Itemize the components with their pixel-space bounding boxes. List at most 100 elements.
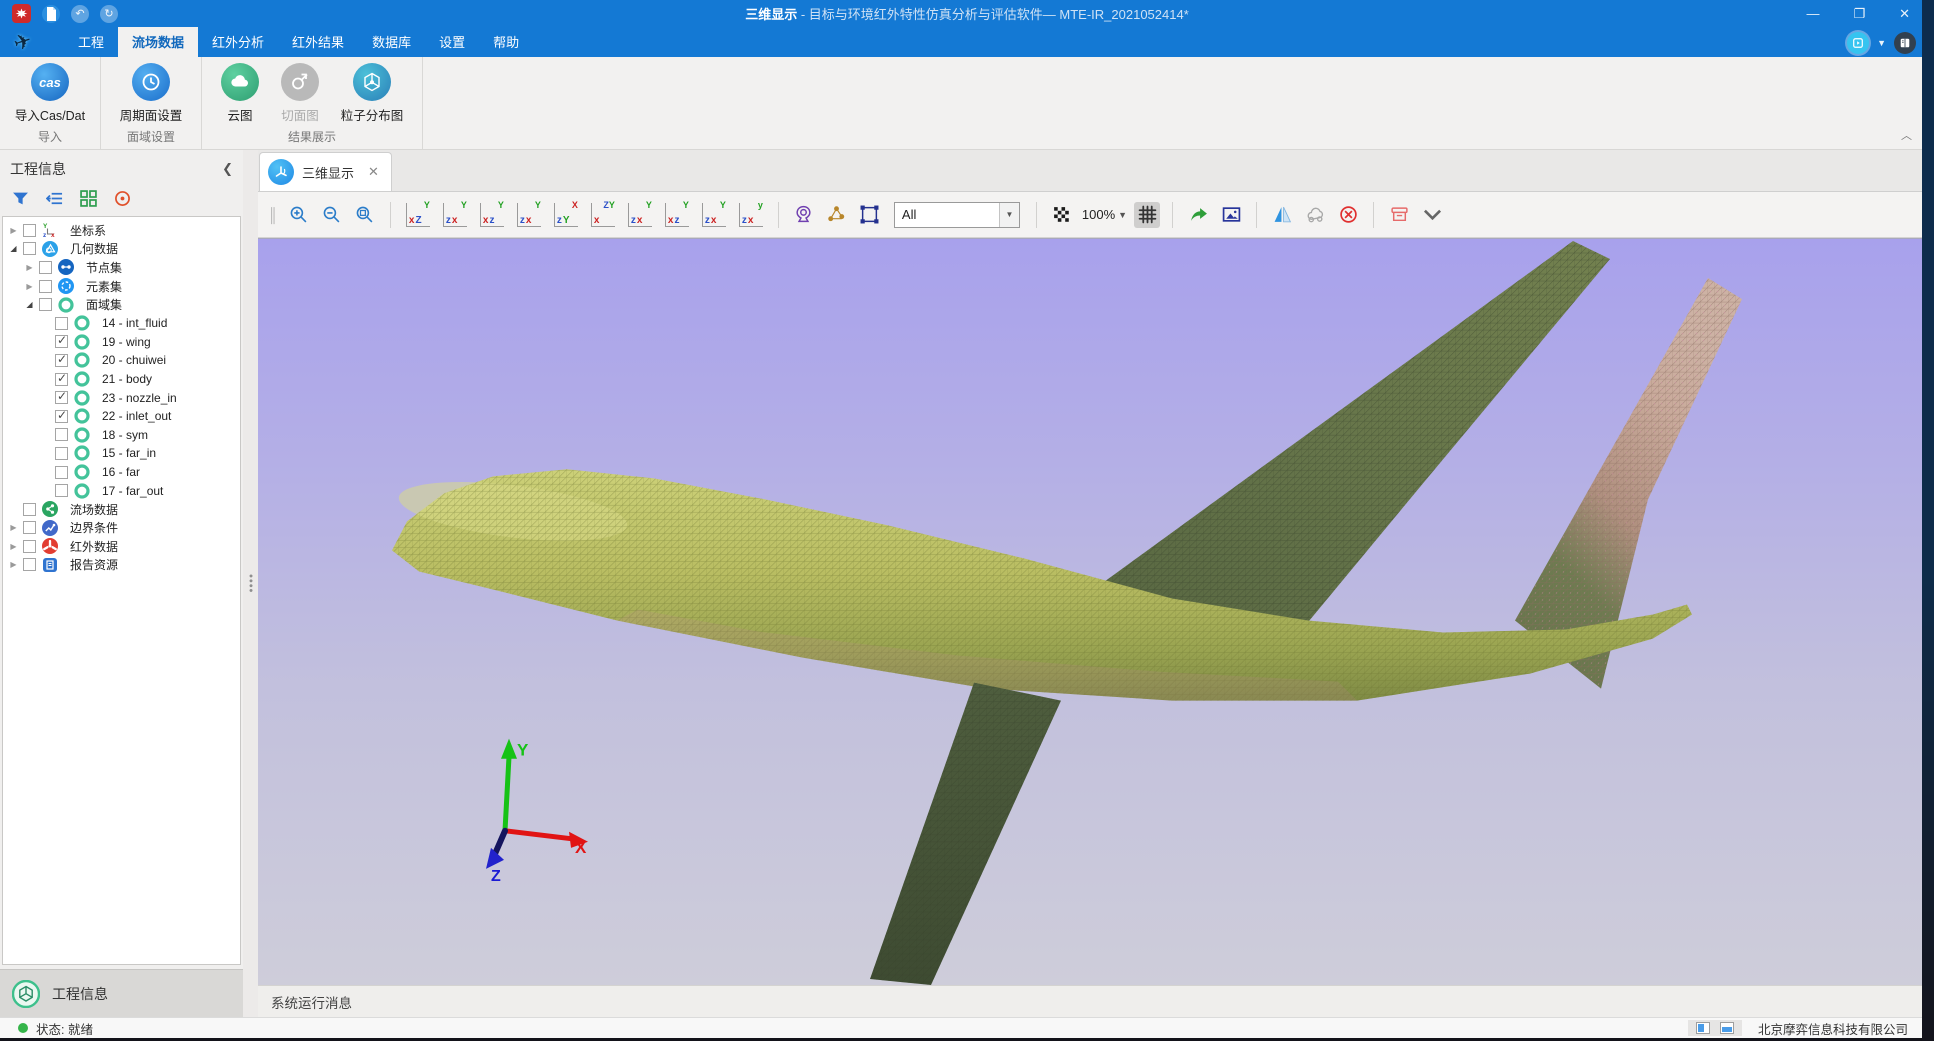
import-cas-dat-button[interactable]: cas导入Cas/Dat	[8, 61, 92, 126]
tree-checkbox[interactable]	[23, 224, 36, 237]
menu-item-5[interactable]: 数据库	[358, 27, 425, 57]
tree-expander[interactable]: ▶	[23, 263, 36, 272]
menu-item-7[interactable]: 帮助	[479, 27, 533, 57]
tree-checkbox[interactable]	[55, 373, 68, 386]
tree-checkbox[interactable]	[55, 354, 68, 367]
layout-left-panel-toggle[interactable]	[1696, 1022, 1710, 1034]
tree-checkbox[interactable]	[23, 540, 36, 553]
tree-row[interactable]: 22 - inlet_out	[3, 407, 240, 426]
tree-item-label[interactable]: 流场数据	[70, 501, 118, 518]
contour-plot-button[interactable]: 云图	[210, 61, 270, 126]
mirror-button[interactable]	[1269, 202, 1295, 228]
locate-button[interactable]	[112, 188, 132, 208]
cancel-button[interactable]	[1335, 202, 1361, 228]
tree-checkbox[interactable]	[55, 317, 68, 330]
tab-close-button[interactable]: ✕	[368, 164, 379, 180]
tree-row[interactable]: 23 - nozzle_in	[3, 388, 240, 407]
view-orientation-8[interactable]: Yxz	[665, 203, 689, 227]
tree-row[interactable]: ▶ 红外数据	[3, 537, 240, 556]
particle-distribution-button[interactable]: 粒子分布图	[330, 61, 414, 126]
tree-item-label[interactable]: 14 - int_fluid	[102, 316, 167, 330]
menu-item-3[interactable]: 红外分析	[198, 27, 278, 57]
tree-item-label[interactable]: 坐标系	[70, 222, 106, 239]
tree-item-label[interactable]: 20 - chuiwei	[102, 353, 166, 367]
mesh-toggle-button[interactable]	[1134, 202, 1160, 228]
ribbon-collapse-button[interactable]: ︿	[1901, 127, 1912, 143]
theme-style-button[interactable]	[1847, 32, 1869, 54]
tree-row[interactable]: 15 - far_in	[3, 444, 240, 463]
grid-view-button[interactable]	[78, 188, 98, 208]
zoom-out-button[interactable]	[319, 202, 345, 228]
tree-checkbox[interactable]	[39, 280, 52, 293]
view-orientation-3[interactable]: Yxz	[480, 203, 504, 227]
probe-pin-button[interactable]	[791, 202, 817, 228]
tree-row[interactable]: 18 - sym	[3, 426, 240, 445]
tree-item-label[interactable]: 18 - sym	[102, 428, 148, 442]
panel-collapse-button[interactable]: ❮	[222, 161, 233, 177]
tree-row[interactable]: ▶报告资源	[3, 556, 240, 575]
tree-row[interactable]: 流场数据	[3, 500, 240, 519]
menu-item-1[interactable]: 工程	[64, 27, 118, 57]
zoom-percent-dropdown[interactable]: 100%▼	[1082, 207, 1127, 222]
view-orientation-6[interactable]: ZYx	[591, 203, 615, 227]
tree-row[interactable]: 21 - body	[3, 370, 240, 389]
periodic-face-settings-button[interactable]: 周期面设置	[109, 61, 193, 126]
tree-item-label[interactable]: 红外数据	[70, 538, 118, 555]
cloud-share-button[interactable]	[1302, 202, 1328, 228]
export-result-button[interactable]	[1185, 202, 1211, 228]
view-orientation-4[interactable]: Yzx	[517, 203, 541, 227]
tree-checkbox[interactable]	[55, 484, 68, 497]
tree-item-label[interactable]: 21 - body	[102, 372, 152, 386]
tree-row[interactable]: ◢面域集	[3, 295, 240, 314]
view-orientation-1[interactable]: YxZ	[406, 203, 430, 227]
view-orientation-9[interactable]: Yzx	[702, 203, 726, 227]
tree-checkbox[interactable]	[39, 261, 52, 274]
dropdown-arrow-icon[interactable]: ▼	[999, 203, 1019, 227]
tree-item-label[interactable]: 19 - wing	[102, 335, 151, 349]
theme-dropdown-caret[interactable]: ▼	[1877, 38, 1886, 48]
list-view-button[interactable]	[44, 188, 64, 208]
close-button[interactable]: ✕	[1899, 7, 1910, 20]
tree-checkbox[interactable]	[23, 521, 36, 534]
tree-row[interactable]: 17 - far_out	[3, 481, 240, 500]
menu-item-4[interactable]: 红外结果	[278, 27, 358, 57]
package-button[interactable]	[1386, 202, 1412, 228]
tree-checkbox[interactable]	[39, 298, 52, 311]
tab-3d-view[interactable]: 三维显示 ✕	[259, 152, 392, 191]
tree-checkbox[interactable]	[55, 466, 68, 479]
new-document-button[interactable]	[42, 5, 60, 23]
tree-item-label[interactable]: 面域集	[86, 296, 122, 313]
menu-item-6[interactable]: 设置	[425, 27, 479, 57]
tree-row[interactable]: 19 - wing	[3, 333, 240, 352]
zoom-fit-button[interactable]	[352, 202, 378, 228]
tree-expander[interactable]: ▶	[7, 226, 20, 235]
rect-select-button[interactable]	[857, 202, 883, 228]
view-orientation-7[interactable]: Yzx	[628, 203, 652, 227]
tree-expander[interactable]: ▶	[7, 542, 20, 551]
tree-item-label[interactable]: 几何数据	[70, 240, 118, 257]
tree-row[interactable]: ▶边界条件	[3, 519, 240, 538]
tree-row[interactable]: ▶ 节点集	[3, 258, 240, 277]
filter-button[interactable]	[10, 188, 30, 208]
view-orientation-5[interactable]: XzY	[554, 203, 578, 227]
minimize-button[interactable]: —	[1806, 7, 1819, 20]
tree-expander[interactable]: ▶	[7, 523, 20, 532]
tree-item-label[interactable]: 23 - nozzle_in	[102, 391, 177, 405]
project-panel-footer[interactable]: 工程信息	[0, 969, 243, 1017]
undo-button[interactable]: ↶	[71, 5, 89, 23]
tree-item-label[interactable]: 元素集	[86, 278, 122, 295]
tree-checkbox[interactable]	[23, 558, 36, 571]
tree-row[interactable]: 20 - chuiwei	[3, 351, 240, 370]
maximize-button[interactable]: ❐	[1853, 7, 1865, 20]
menu-item-2[interactable]: 流场数据	[118, 27, 198, 57]
tree-item-label[interactable]: 22 - inlet_out	[102, 409, 171, 423]
snapshot-button[interactable]	[1218, 202, 1244, 228]
help-book-button[interactable]	[1894, 32, 1916, 54]
tree-expander[interactable]: ▶	[7, 560, 20, 569]
panel-splitter[interactable]: ••••	[243, 150, 258, 1017]
tree-item-label[interactable]: 节点集	[86, 259, 122, 276]
tree-expander[interactable]: ▶	[23, 282, 36, 291]
tree-row[interactable]: ▶ 元素集	[3, 277, 240, 296]
tree-checkbox[interactable]	[55, 428, 68, 441]
tree-item-label[interactable]: 16 - far	[102, 465, 140, 479]
